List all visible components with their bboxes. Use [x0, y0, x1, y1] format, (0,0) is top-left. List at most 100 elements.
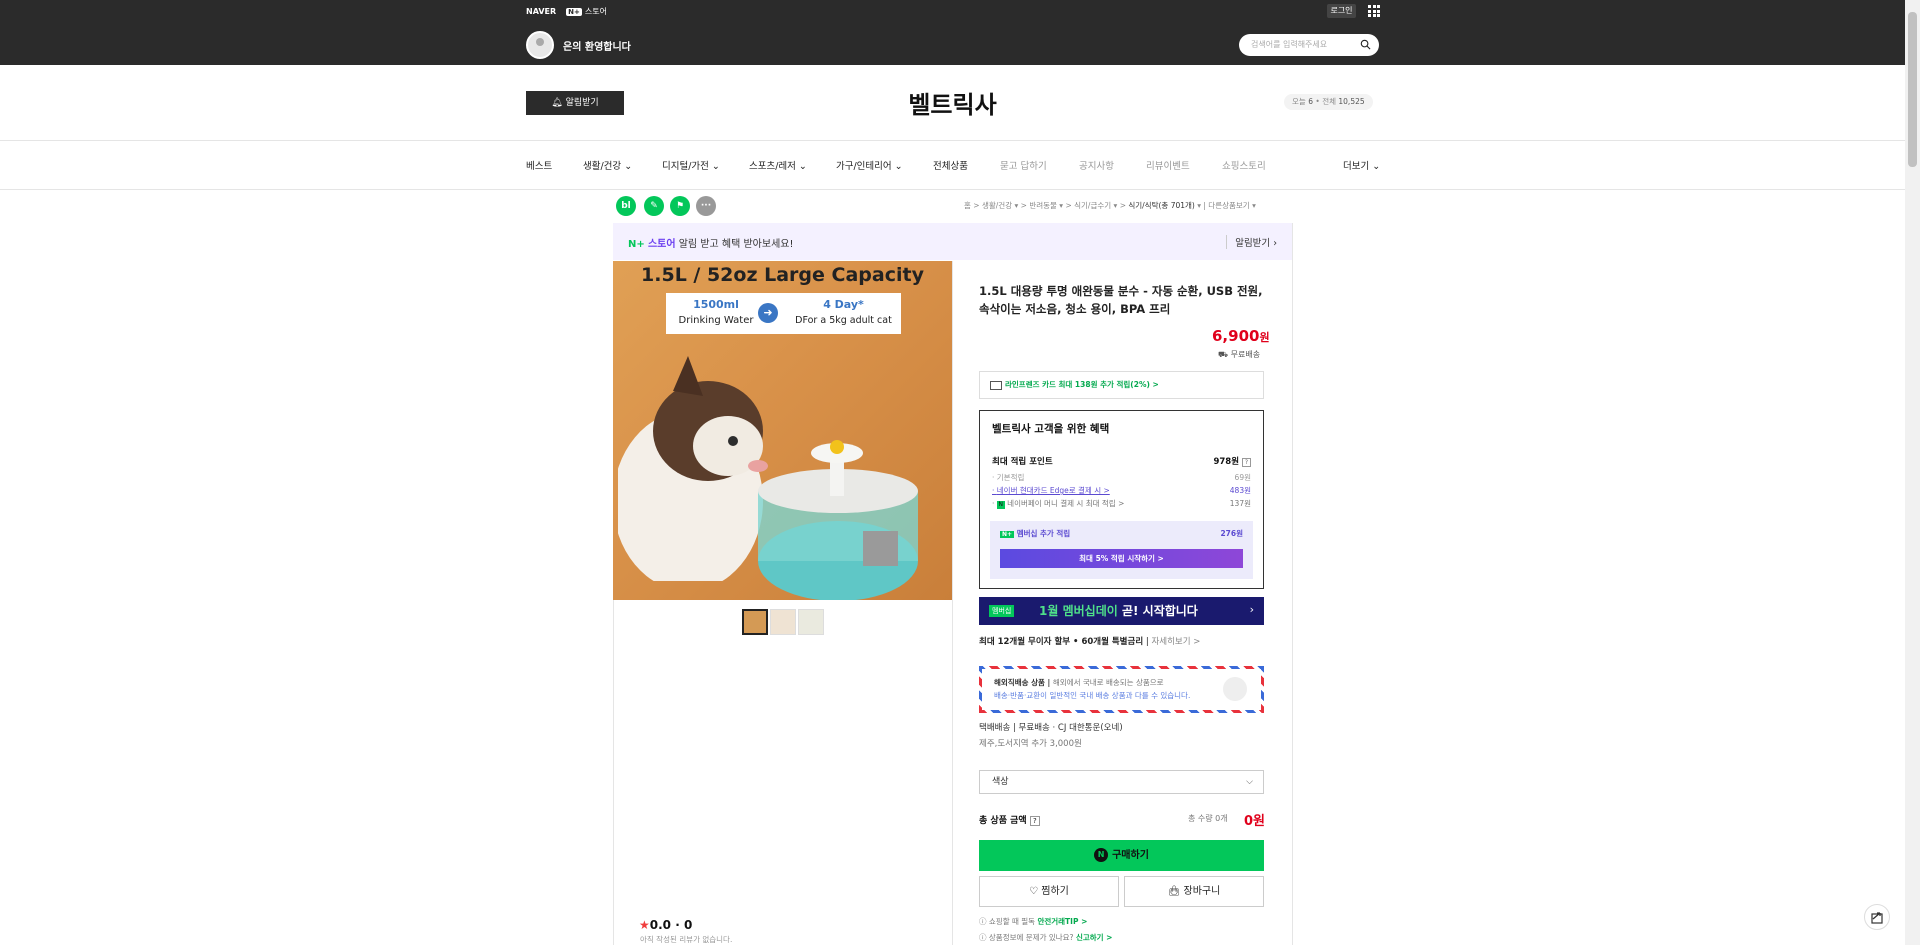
search-icon[interactable]	[1360, 39, 1371, 50]
installment-more-link[interactable]: 자세히보기 >	[1151, 637, 1200, 647]
nav-item-notice[interactable]: 공지사항	[1079, 158, 1114, 172]
visit-today: 6	[1308, 97, 1313, 106]
max-point-value: 978원 ?	[1213, 455, 1251, 467]
thumbnail-1[interactable]	[742, 609, 768, 635]
apps-grid-icon[interactable]	[1368, 5, 1380, 17]
scrollbar-thumb[interactable]	[1908, 12, 1917, 167]
price-value: 6,900	[1212, 327, 1260, 345]
fountain-illustration	[758, 440, 918, 600]
tip1-text: 쇼핑할 때 필독	[988, 917, 1036, 926]
more-share-icon[interactable]: ···	[696, 196, 716, 216]
review-empty-text: 아직 작성된 리뷰가 없습니다.	[640, 935, 733, 944]
other-products-link[interactable]: 다른상품보기	[1208, 201, 1249, 210]
overseas-desc2: 배송·반품·교환이 일반적인 국내 배송 상품과 다를 수 있습니다.	[994, 691, 1191, 700]
card-point-label[interactable]: 네이버 현대카드 Edge로 결제 시 >	[997, 486, 1110, 495]
global-header: NAVER N+ 스토어 로그인 은의 환영합니다 검색어를 입력해주세요	[0, 0, 1905, 65]
card-point-row[interactable]: · 네이버 현대카드 Edge로 결제 시 >483원	[992, 485, 1251, 496]
naver-logo[interactable]: NAVER	[526, 7, 556, 16]
pay-point-row[interactable]: · N 네이버페이 머니 결제 시 최대 적립 >137원	[992, 498, 1251, 509]
nplus-store-label: 스토어	[584, 7, 607, 16]
report-tip: ⓘ 상품정보에 문제가 있나요? 신고하기 >	[979, 932, 1112, 943]
membership-start-button[interactable]: 최대 5% 적립 시작하기 >	[1000, 549, 1243, 568]
help-icon[interactable]: ?	[1029, 816, 1040, 826]
airplane-icon	[1223, 677, 1247, 701]
card-point-value: 483원	[1229, 486, 1251, 495]
image-right-top: 4 Day*	[823, 298, 864, 311]
info-icon: ⓘ	[979, 917, 989, 926]
thumbnail-3[interactable]	[798, 609, 824, 635]
help-icon[interactable]: ?	[1242, 458, 1251, 467]
breadcrumb-item-current[interactable]: 식기/식탁(총 701개)	[1128, 201, 1194, 210]
overseas-desc: 해외에서 국내로 배송되는 상품으로	[1052, 678, 1164, 687]
banner-rest: 곧! 시작합니다	[1117, 604, 1198, 618]
nav-item-furniture[interactable]: 가구/인테리어 ⌄	[836, 158, 903, 172]
login-button[interactable]: 로그인	[1327, 4, 1356, 18]
nav-item-story[interactable]: 쇼핑스토리	[1222, 158, 1266, 172]
share-button[interactable]	[1864, 904, 1890, 930]
talk-share-icon[interactable]: ✎	[644, 196, 664, 216]
promo-store: 스토어	[647, 239, 676, 250]
arrow-right-icon: ➜	[758, 303, 778, 323]
promo-alarm-link[interactable]: 알림받기 ›	[1226, 235, 1277, 249]
membership-value: 276원	[1220, 529, 1243, 538]
page-scrollbar[interactable]	[1905, 0, 1920, 945]
basic-point-label: 기본적립	[996, 473, 1025, 482]
banner-highlight: 1월 멤버십데이	[1039, 604, 1118, 618]
nplus-logo-icon: N+	[628, 239, 645, 250]
nav-item-best[interactable]: 베스트	[526, 158, 552, 172]
shipping-info: ⛟ 무료배송	[1218, 349, 1260, 360]
cart-label: 장바구니	[1183, 886, 1221, 897]
divider	[1292, 223, 1293, 945]
share-icon	[1871, 912, 1883, 924]
divider	[952, 261, 953, 945]
npay-icon: N	[996, 501, 1005, 509]
nav-item-qna[interactable]: 묻고 답하기	[1000, 158, 1047, 172]
product-title: 1.5L 대용량 투명 애완동물 분수 - 자동 순환, USB 전원, 속삭이…	[979, 284, 1263, 316]
breadcrumb-item[interactable]: 식기/급수기	[1074, 201, 1111, 210]
price-unit: 원	[1259, 331, 1270, 344]
breadcrumb-item[interactable]: 홈	[964, 201, 971, 210]
basic-point-value: 69원	[1234, 473, 1251, 482]
nav-item-digital[interactable]: 디지털/가전 ⌄	[662, 158, 720, 172]
nav-item-all[interactable]: 전체상품	[933, 158, 968, 172]
thumbnail-2[interactable]	[770, 609, 796, 635]
bookmark-icon[interactable]: ⚑	[670, 196, 690, 216]
npay-icon: N	[1094, 848, 1109, 862]
cart-button[interactable]: 👜︎ 장바구니	[1124, 876, 1264, 907]
search-box[interactable]: 검색어를 입력해주세요	[1239, 34, 1379, 56]
product-main-image[interactable]: 1.5L / 52oz Large Capacity 1500ml Drinki…	[613, 261, 952, 600]
total-quantity: 총 수량 0개	[1188, 814, 1228, 823]
welcome-text: 은의 환영합니다	[563, 42, 631, 53]
store-avatar[interactable]	[526, 31, 554, 59]
category-nav: 베스트 생활/건강 ⌄ 디지털/가전 ⌄ 스포츠/레저 ⌄ 가구/인테리어 ⌄ …	[0, 141, 1905, 190]
nav-item-label: 스포츠/레저	[749, 161, 796, 172]
image-left-bottom: Drinking Water	[678, 315, 754, 326]
buy-button[interactable]: N 구매하기	[979, 840, 1264, 871]
wish-label: 찜하기	[1041, 886, 1069, 897]
search-input[interactable]: 검색어를 입력해주세요	[1251, 39, 1327, 50]
breadcrumb-item[interactable]: 반려동물	[1029, 201, 1057, 210]
review-rating[interactable]: ★0.0 · 0	[639, 918, 692, 932]
wish-button[interactable]: ♡ 찜하기	[979, 876, 1119, 907]
promo-text: N+ 스토어 알림 받고 혜택 받아보세요!	[628, 235, 793, 250]
nplus-store-link[interactable]: N+ 스토어	[566, 6, 607, 17]
image-title: 1.5L / 52oz Large Capacity	[641, 264, 924, 286]
membership-day-banner[interactable]: 멤버십 1월 멤버십데이 곧! 시작합니다 ›	[979, 597, 1264, 625]
report-link[interactable]: 신고하기 >	[1076, 933, 1113, 942]
chevron-down-icon: ⌵	[1246, 777, 1253, 787]
card-benefit-link[interactable]: 라인프렌즈 카드 최대 138원 추가 적립(2%) >	[979, 371, 1264, 399]
blog-share-icon[interactable]: bl	[616, 196, 636, 216]
nav-item-sports[interactable]: 스포츠/레저 ⌄	[749, 158, 807, 172]
bag-icon: 👜︎	[1167, 886, 1184, 897]
delivery-info: 택배배송 | 무료배송 · CJ 대한통운(오네)	[979, 723, 1123, 733]
nav-more-button[interactable]: 더보기 ⌄	[1343, 158, 1380, 172]
pay-point-value: 137원	[1229, 499, 1251, 508]
delivery-extra: 제주,도서지역 추가 3,000원	[979, 739, 1082, 749]
color-option-select[interactable]: 색상 ⌵	[979, 770, 1264, 794]
safe-trade-link[interactable]: 안전거래TIP >	[1037, 917, 1087, 926]
breadcrumb-item[interactable]: 생활/건강	[982, 201, 1012, 210]
nav-item-living[interactable]: 생활/건강 ⌄	[583, 158, 632, 172]
store-title[interactable]: 벨트릭사	[0, 85, 1905, 120]
pay-point-label[interactable]: 네이버페이 머니 결제 시 최대 적립 >	[1007, 499, 1124, 508]
nav-item-review-event[interactable]: 리뷰이벤트	[1146, 158, 1190, 172]
